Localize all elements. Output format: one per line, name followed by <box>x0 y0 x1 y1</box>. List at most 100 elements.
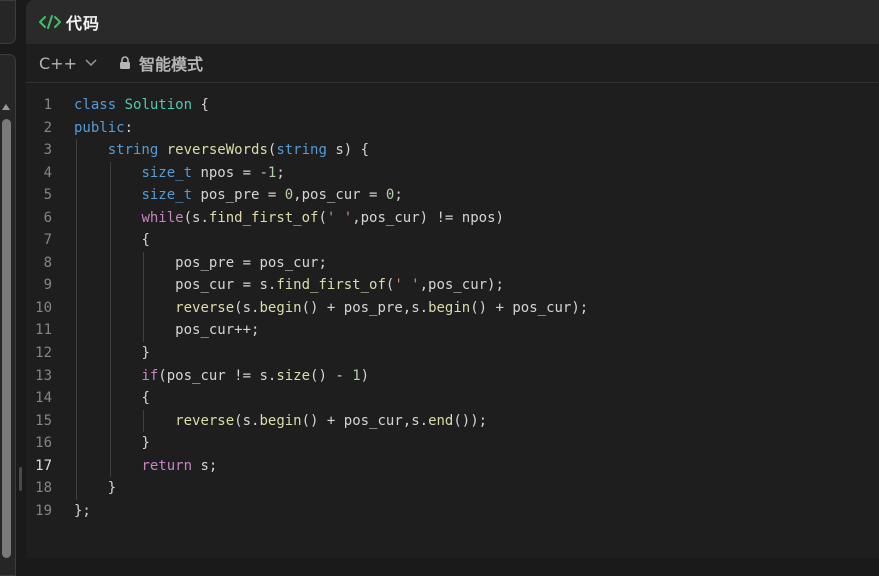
line-number: 4 <box>43 164 52 181</box>
code-editor[interactable]: 1 class Solution {2 public: 3 string revers… <box>26 83 879 522</box>
code-token: ,pos_cur = <box>293 187 386 204</box>
code-text: string reverseWords(string s) { <box>74 139 879 162</box>
code-line[interactable]: 17 return s; <box>26 455 879 478</box>
lock-icon <box>119 56 131 70</box>
code-line[interactable]: 1 class Solution { <box>26 94 879 117</box>
code-token: ,pos_cur) != npos) <box>352 209 504 226</box>
code-token: begin <box>259 299 302 316</box>
code-token: ' ' <box>394 277 420 294</box>
code-token: begin <box>259 412 302 429</box>
code-line[interactable]: 6 while(s.find_first_of(' ',pos_cur) != … <box>26 207 879 230</box>
code-token: pos_pre = <box>192 187 285 204</box>
code-text: size_t pos_pre = 0,pos_cur = 0; <box>74 184 879 207</box>
line-number: 5 <box>43 187 52 204</box>
code-text: reverse(s.begin() + pos_cur,s.end()); <box>74 410 879 433</box>
code-token: }; <box>74 502 91 519</box>
code-token: ()); <box>453 412 488 429</box>
code-line[interactable]: 8 pos_pre = pos_cur; <box>26 252 879 275</box>
code-line[interactable]: 3 string reverseWords(string s) { <box>26 139 879 162</box>
code-token: reverseWords <box>166 142 268 159</box>
code-token: size_t <box>141 187 193 204</box>
code-token: s; <box>192 457 218 474</box>
code-line[interactable]: 5 size_t pos_pre = 0,pos_cur = 0; <box>26 184 879 207</box>
code-panel: 代码 C++ 智能模式 1 class Solution {2 public: 3 s… <box>26 0 879 558</box>
code-token: public <box>74 119 125 136</box>
code-text: size_t npos = -1; <box>74 162 879 185</box>
line-number: 11 <box>35 322 52 339</box>
code-text: if(pos_cur != s.size() - 1) <box>74 365 879 388</box>
line-number: 1 <box>43 97 52 113</box>
line-number: 3 <box>43 142 52 159</box>
code-token: end <box>428 412 454 429</box>
code-token: s) { <box>326 142 370 159</box>
line-number: 9 <box>43 277 52 294</box>
line-number: 19 <box>35 502 52 519</box>
code-text: }; <box>74 500 879 523</box>
code-token: begin <box>428 299 471 316</box>
indent-guide <box>76 139 77 500</box>
code-text: while(s.find_first_of(' ',pos_cur) != np… <box>74 207 879 230</box>
code-text: class Solution { <box>74 94 879 117</box>
code-token: { <box>141 232 150 249</box>
indent-guide <box>143 251 145 343</box>
scroll-up-arrow-icon[interactable] <box>2 104 10 110</box>
code-token: (s. <box>234 299 260 316</box>
code-token: reverse <box>175 412 235 429</box>
mode-label[interactable]: 智能模式 <box>139 51 203 75</box>
resize-handle[interactable] <box>19 467 22 491</box>
code-token: ( <box>318 209 327 226</box>
code-token: string <box>107 142 159 159</box>
code-token: 0 <box>284 187 294 204</box>
code-token: } <box>141 435 150 452</box>
code-line[interactable]: 18 } <box>26 477 879 500</box>
editor-toolbar: C++ 智能模式 <box>26 44 879 83</box>
code-token: string <box>276 142 327 159</box>
code-line[interactable]: 19}; <box>26 500 879 523</box>
code-line[interactable]: 13 if(pos_cur != s.size() - 1) <box>26 365 879 388</box>
left-panel-top[interactable] <box>0 0 16 44</box>
code-line[interactable]: 15 reverse(s.begin() + pos_cur,s.end()); <box>26 410 879 433</box>
code-text: { <box>74 387 879 410</box>
language-select[interactable]: C++ <box>39 54 97 73</box>
code-line[interactable]: 4 size_t npos = -1; <box>26 162 879 185</box>
code-token: () + pos_cur,s. <box>301 412 429 429</box>
code-token: find_first_of <box>276 277 386 294</box>
code-token: } <box>107 480 117 497</box>
vertical-scrollbar-thumb[interactable] <box>2 119 11 558</box>
line-number: 7 <box>43 232 52 249</box>
code-token: size <box>276 367 311 384</box>
code-line[interactable]: 16 } <box>26 432 879 455</box>
code-line[interactable]: 10 reverse(s.begin() + pos_pre,s.begin()… <box>26 297 879 320</box>
code-text: reverse(s.begin() + pos_pre,s.begin() + … <box>74 297 879 320</box>
code-token: class <box>74 97 117 113</box>
line-number: 15 <box>35 412 52 429</box>
chevron-down-icon <box>85 59 97 67</box>
code-text: { <box>74 229 879 252</box>
line-number: 10 <box>35 299 52 316</box>
indent-guide <box>143 409 145 433</box>
code-token: npos = <box>192 164 260 181</box>
code-line[interactable]: 14 { <box>26 387 879 410</box>
code-token: pos_pre = pos_cur; <box>175 254 327 271</box>
code-text: } <box>74 432 879 455</box>
code-token: : <box>124 119 134 136</box>
code-token: ' ' <box>326 209 353 226</box>
code-token: reverse <box>175 299 235 316</box>
code-token: -1 <box>259 164 277 181</box>
code-line[interactable]: 7 { <box>26 229 879 252</box>
line-number: 13 <box>35 367 52 384</box>
code-line[interactable]: 9 pos_cur = s.find_first_of(' ',pos_cur)… <box>26 274 879 297</box>
code-token: () - <box>310 367 353 384</box>
code-line[interactable]: 12 } <box>26 342 879 365</box>
line-number: 17 <box>35 457 52 474</box>
code-token: ) <box>360 367 370 384</box>
line-number: 18 <box>35 480 52 497</box>
line-number: 14 <box>35 390 52 407</box>
code-line[interactable]: 2 public: <box>26 117 879 140</box>
code-line[interactable]: 11 pos_cur++; <box>26 319 879 342</box>
line-number: 6 <box>43 209 52 226</box>
code-text: pos_cur++; <box>74 319 879 342</box>
code-token: ; <box>394 187 403 204</box>
